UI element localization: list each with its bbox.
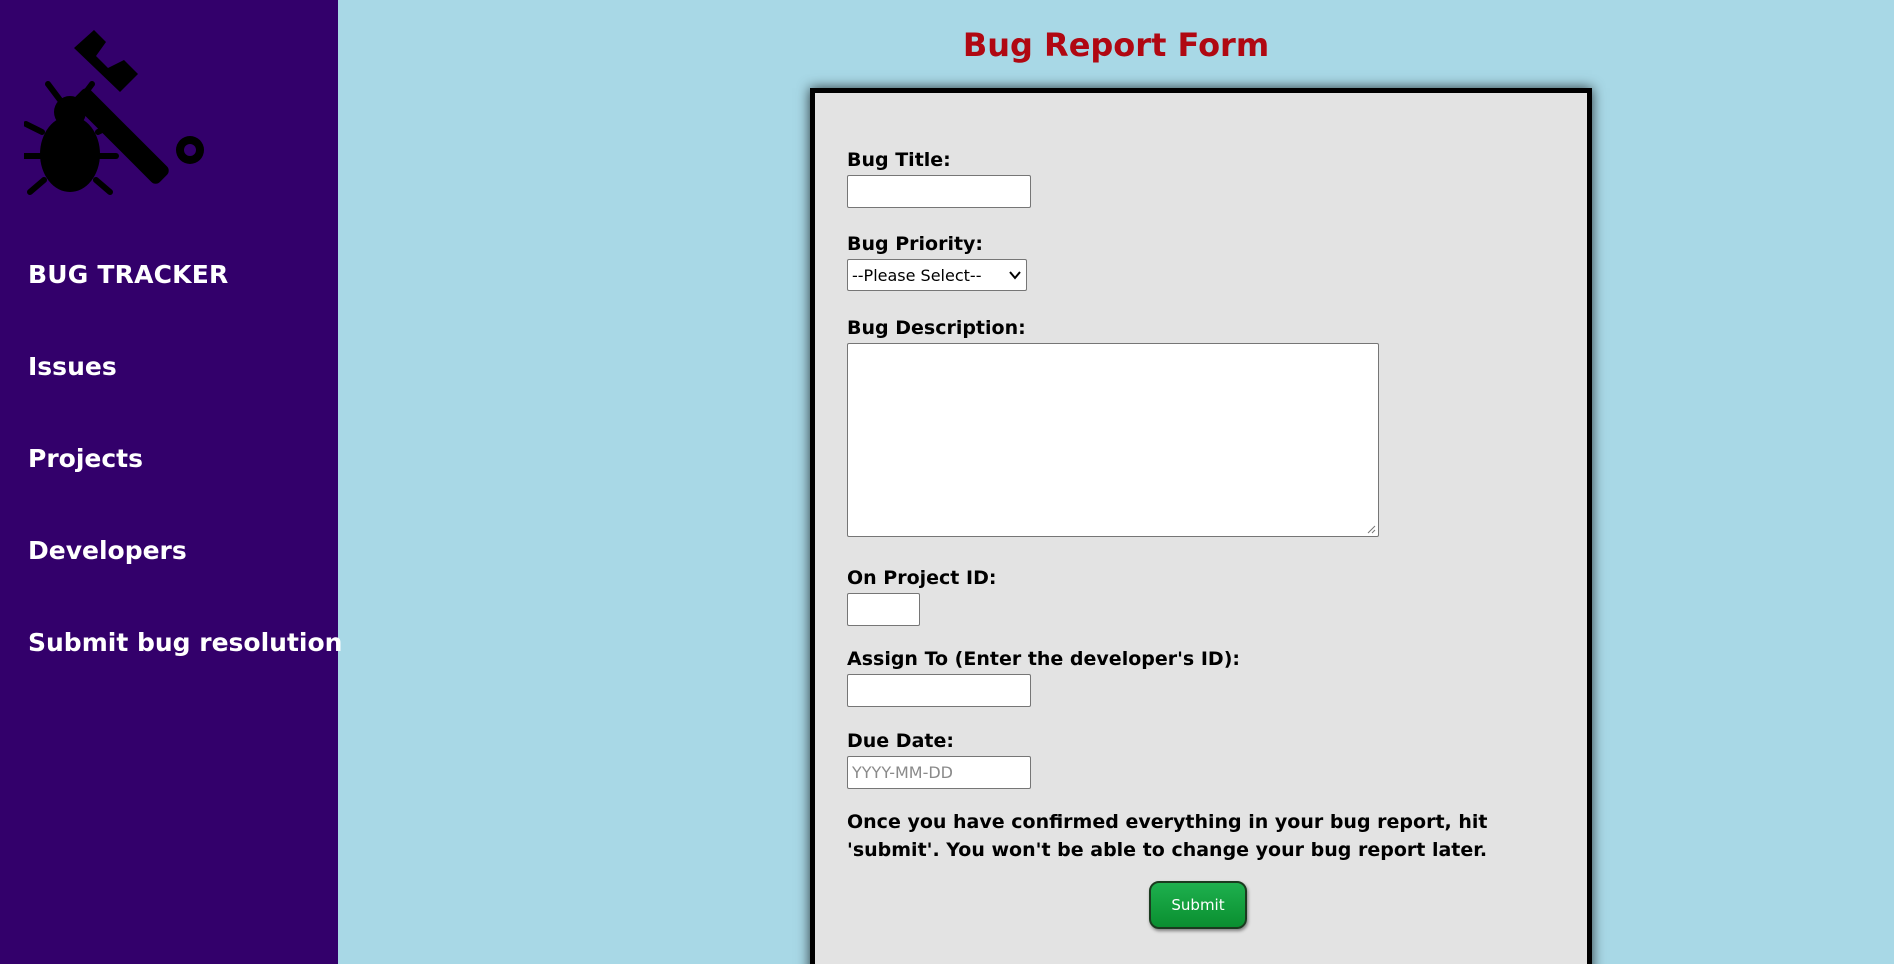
bug-description-textarea[interactable] xyxy=(847,343,1379,537)
page-title: Bug Report Form xyxy=(962,26,1270,64)
bug-title-label: Bug Title: xyxy=(847,149,951,171)
assign-to-label: Assign To (Enter the developer's ID): xyxy=(847,648,1240,670)
due-date-input[interactable] xyxy=(847,756,1031,789)
submit-note: Once you have confirmed everything in yo… xyxy=(847,811,1488,861)
sidebar: BUG TRACKER Issues Projects Developers S… xyxy=(0,0,342,964)
nav-projects[interactable]: Projects xyxy=(28,444,143,473)
bug-priority-selected: --Please Select-- xyxy=(852,265,982,285)
bug-priority-select[interactable]: --Please Select-- xyxy=(847,259,1027,291)
bug-priority-label: Bug Priority: xyxy=(847,233,984,255)
project-id-input[interactable] xyxy=(847,593,920,626)
bug-report-form: Bug Title: Bug Priority: --Please Select… xyxy=(810,88,1592,964)
assign-to-input[interactable] xyxy=(847,674,1031,707)
submit-button[interactable]: Submit xyxy=(1149,881,1247,929)
bug-description-label: Bug Description: xyxy=(847,317,1026,339)
bug-title-input[interactable] xyxy=(847,175,1031,208)
brand-title: BUG TRACKER xyxy=(28,260,229,289)
chevron-down-icon xyxy=(1009,271,1021,280)
nav-issues[interactable]: Issues xyxy=(28,352,117,381)
due-date-label: Due Date: xyxy=(847,730,954,752)
nav-submit-bug-resolution[interactable]: Submit bug resolution xyxy=(28,628,342,657)
project-id-label: On Project ID: xyxy=(847,567,997,589)
nav-developers[interactable]: Developers xyxy=(28,536,187,565)
bug-wrench-icon xyxy=(24,30,204,195)
resize-handle-icon[interactable] xyxy=(1367,525,1376,534)
